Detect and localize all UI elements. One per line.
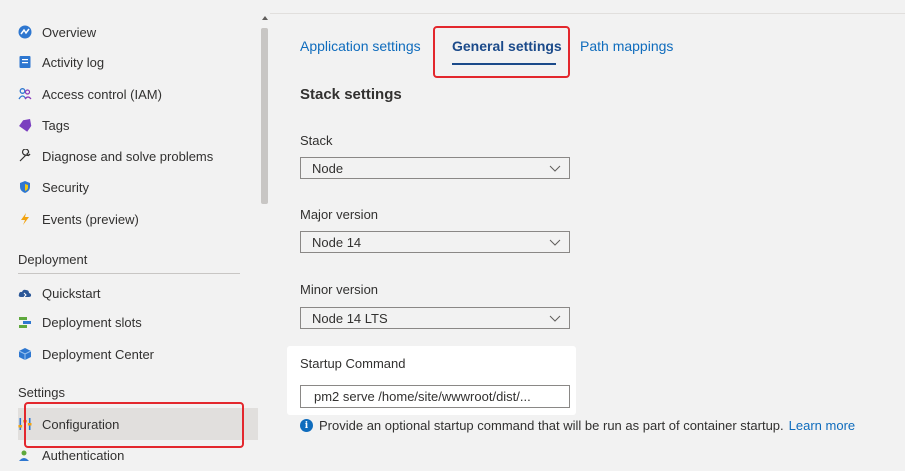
sidebar-item-tags[interactable]: Tags bbox=[18, 111, 250, 139]
sidebar-item-label: Events (preview) bbox=[42, 211, 139, 227]
sidebar-item-diagnose[interactable]: Diagnose and solve problems bbox=[18, 142, 250, 170]
stack-settings-heading: Stack settings bbox=[300, 86, 402, 103]
chevron-down-icon bbox=[549, 315, 561, 322]
lightning-icon bbox=[18, 212, 32, 226]
stack-dropdown[interactable]: Node bbox=[300, 157, 570, 179]
startup-command-info: i Provide an optional startup command th… bbox=[300, 418, 855, 433]
minor-version-label: Minor version bbox=[300, 282, 379, 297]
sidebar-item-label: Tags bbox=[42, 117, 70, 133]
sidebar-item-label: Quickstart bbox=[42, 285, 101, 301]
startup-command-value: pm2 serve /home/site/wwwroot/dist/... bbox=[314, 389, 531, 404]
shield-icon bbox=[18, 180, 32, 194]
people-icon bbox=[18, 87, 32, 101]
wrench-icon bbox=[18, 149, 32, 163]
overview-icon bbox=[18, 25, 32, 39]
general-settings-highlight-box bbox=[433, 26, 570, 78]
sidebar-item-label: Authentication bbox=[42, 447, 125, 463]
cube-icon bbox=[18, 347, 32, 361]
tab-application-settings[interactable]: Application settings bbox=[300, 38, 421, 54]
sidebar-item-label: Deployment Center bbox=[42, 346, 154, 362]
configuration-highlight-box bbox=[24, 402, 244, 448]
tag-icon bbox=[18, 118, 32, 132]
info-icon: i bbox=[300, 419, 313, 432]
major-version-label: Major version bbox=[300, 207, 379, 222]
sidebar-item-activity-log[interactable]: Activity log bbox=[18, 48, 250, 76]
chevron-down-icon bbox=[549, 165, 561, 172]
startup-command-label: Startup Command bbox=[300, 356, 406, 371]
sidebar-item-quickstart[interactable]: Quickstart bbox=[18, 279, 250, 307]
sidebar-item-events[interactable]: Events (preview) bbox=[18, 205, 250, 233]
minor-version-value: Node 14 LTS bbox=[312, 310, 388, 326]
sidebar-item-deployment-slots[interactable]: Deployment slots bbox=[18, 308, 250, 336]
cloud-icon bbox=[18, 286, 32, 300]
sidebar-item-overview[interactable]: Overview bbox=[18, 18, 250, 46]
sidebar-item-label: Deployment slots bbox=[42, 314, 142, 330]
scrollbar-thumb[interactable] bbox=[261, 28, 268, 204]
section-heading-deployment: Deployment bbox=[18, 252, 88, 267]
info-text: Provide an optional startup command that… bbox=[319, 418, 784, 433]
minor-version-dropdown[interactable]: Node 14 LTS bbox=[300, 307, 570, 329]
sidebar-item-deployment-center[interactable]: Deployment Center bbox=[18, 340, 250, 368]
stack-label: Stack bbox=[300, 133, 333, 148]
sidebar-item-label: Diagnose and solve problems bbox=[42, 148, 214, 164]
chevron-down-icon bbox=[549, 239, 561, 246]
sidebar: Overview Activity log Access control (IA… bbox=[0, 0, 258, 471]
stack-value: Node bbox=[312, 160, 344, 176]
sidebar-item-label: Overview bbox=[42, 24, 97, 40]
section-divider bbox=[18, 273, 240, 274]
sidebar-item-label: Security bbox=[42, 179, 89, 195]
slots-icon bbox=[18, 315, 32, 329]
major-version-dropdown[interactable]: Node 14 bbox=[300, 231, 570, 253]
sidebar-item-label: Activity log bbox=[42, 54, 105, 70]
sidebar-item-access-control[interactable]: Access control (IAM) bbox=[18, 80, 250, 108]
sidebar-item-label: Access control (IAM) bbox=[42, 86, 162, 102]
learn-more-link[interactable]: Learn more bbox=[789, 418, 855, 433]
section-heading-settings: Settings bbox=[18, 385, 65, 400]
startup-command-input[interactable]: pm2 serve /home/site/wwwroot/dist/... bbox=[300, 385, 570, 408]
person-icon bbox=[18, 448, 32, 462]
major-version-value: Node 14 bbox=[312, 234, 362, 250]
scroll-up-icon[interactable] bbox=[262, 16, 268, 20]
sidebar-item-security[interactable]: Security bbox=[18, 173, 250, 201]
activity-log-icon bbox=[18, 55, 32, 69]
tab-path-mappings[interactable]: Path mappings bbox=[580, 38, 673, 54]
